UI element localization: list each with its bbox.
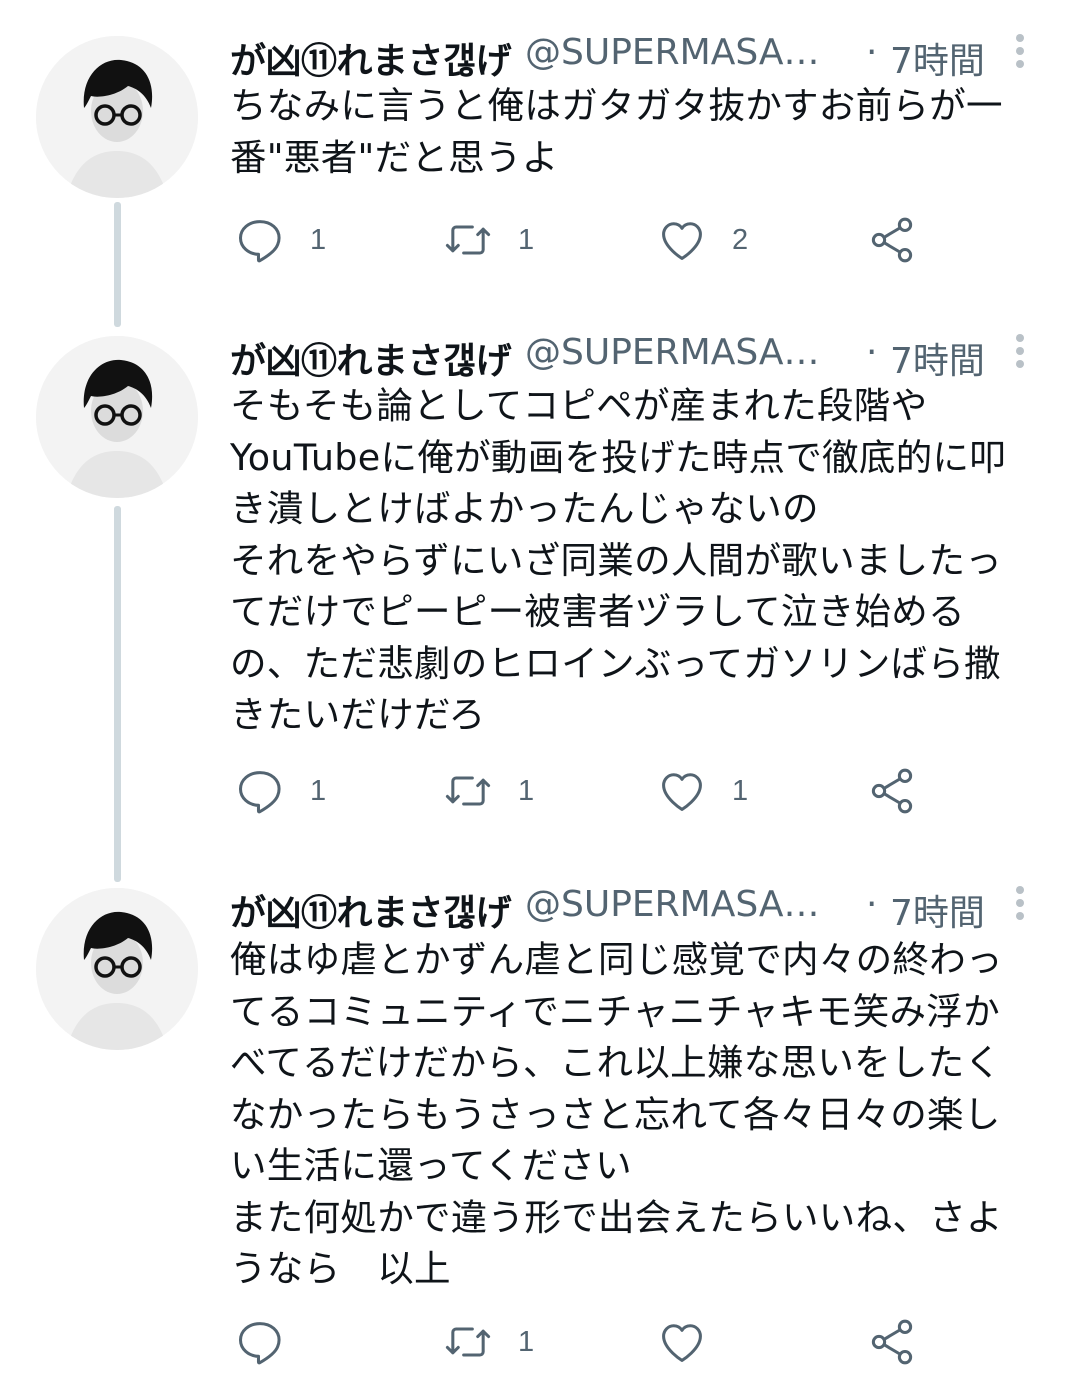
thread-connector-line bbox=[114, 506, 121, 882]
reply-button[interactable] bbox=[234, 1312, 310, 1372]
retweet-button[interactable]: 1 bbox=[442, 210, 534, 270]
avatar-image bbox=[36, 36, 198, 198]
share-button[interactable] bbox=[866, 210, 918, 270]
tweet-thread: が凶⑪れまさ갢げ @SUPERMASAS... · 7時間 ちなみに言うと俺はガ… bbox=[0, 0, 1080, 1396]
like-count: 2 bbox=[732, 223, 749, 256]
like-count: 1 bbox=[732, 774, 749, 807]
retweet-icon bbox=[445, 225, 491, 255]
tweet[interactable]: が凶⑪れまさ갢げ @SUPERMASAS... · 7時間 俺はゆ虐とかずん虐と… bbox=[0, 852, 1080, 1396]
share-icon bbox=[871, 768, 913, 814]
like-button[interactable]: 2 bbox=[656, 210, 748, 270]
display-name[interactable]: が凶⑪れまさ갢げ bbox=[230, 332, 512, 384]
timestamp[interactable]: 7時間 bbox=[890, 332, 985, 384]
retweet-count: 1 bbox=[518, 223, 535, 256]
separator-dot: · bbox=[866, 332, 878, 373]
reply-count: 1 bbox=[310, 774, 327, 807]
avatar-image bbox=[36, 888, 198, 1050]
reply-icon bbox=[238, 220, 281, 263]
retweet-count: 1 bbox=[518, 774, 535, 807]
tweet[interactable]: が凶⑪れまさ갢げ @SUPERMASAS... · 7時間 ちなみに言うと俺はガ… bbox=[0, 0, 1080, 327]
reply-icon bbox=[238, 771, 281, 814]
reply-icon bbox=[238, 1322, 281, 1365]
tweet-actions: 1 1 2 bbox=[230, 210, 1040, 270]
avatar-column bbox=[36, 888, 198, 1050]
display-name[interactable]: が凶⑪れまさ갢げ bbox=[230, 884, 512, 936]
retweet-icon bbox=[445, 1327, 491, 1357]
reply-button[interactable]: 1 bbox=[234, 210, 326, 270]
avatar-column bbox=[36, 336, 198, 498]
tweet-content: が凶⑪れまさ갢げ @SUPERMASAS... · 7時間 俺はゆ虐とかずん虐と… bbox=[230, 852, 1040, 1365]
heart-icon bbox=[662, 773, 702, 811]
share-icon bbox=[871, 217, 913, 263]
separator-dot: · bbox=[866, 32, 878, 73]
username-handle[interactable]: @SUPERMASAS... bbox=[525, 884, 835, 925]
avatar[interactable] bbox=[36, 336, 198, 498]
timestamp[interactable]: 7時間 bbox=[890, 884, 985, 936]
avatar[interactable] bbox=[36, 36, 198, 198]
username-handle[interactable]: @SUPERMASAS... bbox=[525, 332, 835, 373]
tweet-content: が凶⑪れまさ갢げ @SUPERMASAS... · 7時間 ちなみに言うと俺はガ… bbox=[230, 0, 1040, 263]
avatar-column bbox=[36, 36, 198, 198]
display-name[interactable]: が凶⑪れまさ갢げ bbox=[230, 32, 512, 84]
username-handle[interactable]: @SUPERMASAS... bbox=[525, 32, 835, 73]
timestamp[interactable]: 7時間 bbox=[890, 32, 985, 84]
avatar[interactable] bbox=[36, 888, 198, 1050]
more-vertical-icon[interactable] bbox=[1010, 34, 1030, 74]
tweet-text: ちなみに言うと俺はガタガタ抜かすお前らが一 番"悪者"だと思うよ bbox=[230, 84, 1003, 179]
share-button[interactable] bbox=[866, 1312, 918, 1372]
tweet-actions: 1 bbox=[230, 1312, 1040, 1372]
reply-button[interactable]: 1 bbox=[234, 761, 326, 821]
tweet-text: そもそも論としてコピペが産まれた段階や YouTubeに俺が動画を投げた時点で徹… bbox=[230, 384, 1007, 736]
retweet-icon bbox=[445, 776, 491, 806]
retweet-button[interactable]: 1 bbox=[442, 1312, 534, 1372]
more-vertical-icon[interactable] bbox=[1010, 886, 1030, 926]
like-button[interactable] bbox=[656, 1312, 732, 1372]
tweet-content: が凶⑪れまさ갢げ @SUPERMASAS... · 7時間 そもそも論としてコピ… bbox=[230, 300, 1040, 814]
heart-icon bbox=[662, 222, 702, 260]
tweet-text: 俺はゆ虐とかずん虐と同じ感覚で内々の終わっ てるコミュニティでニチャニチャキモ笑… bbox=[230, 938, 1003, 1290]
retweet-button[interactable]: 1 bbox=[442, 761, 534, 821]
tweet-header: が凶⑪れまさ갢げ @SUPERMASAS... · 7時間 bbox=[230, 0, 1040, 82]
tweet-header: が凶⑪れまさ갢げ @SUPERMASAS... · 7時間 bbox=[230, 852, 1040, 934]
avatar-image bbox=[36, 336, 198, 498]
separator-dot: · bbox=[866, 884, 878, 925]
tweet[interactable]: が凶⑪れまさ갢げ @SUPERMASAS... · 7時間 そもそも論としてコピ… bbox=[0, 300, 1080, 882]
more-vertical-icon[interactable] bbox=[1010, 334, 1030, 374]
retweet-count: 1 bbox=[518, 1325, 535, 1358]
tweet-header: が凶⑪れまさ갢げ @SUPERMASAS... · 7時間 bbox=[230, 300, 1040, 382]
share-icon bbox=[871, 1319, 913, 1365]
like-button[interactable]: 1 bbox=[656, 761, 748, 821]
share-button[interactable] bbox=[866, 761, 918, 821]
tweet-actions: 1 1 1 bbox=[230, 761, 1040, 821]
heart-icon bbox=[662, 1324, 702, 1362]
reply-count: 1 bbox=[310, 223, 327, 256]
